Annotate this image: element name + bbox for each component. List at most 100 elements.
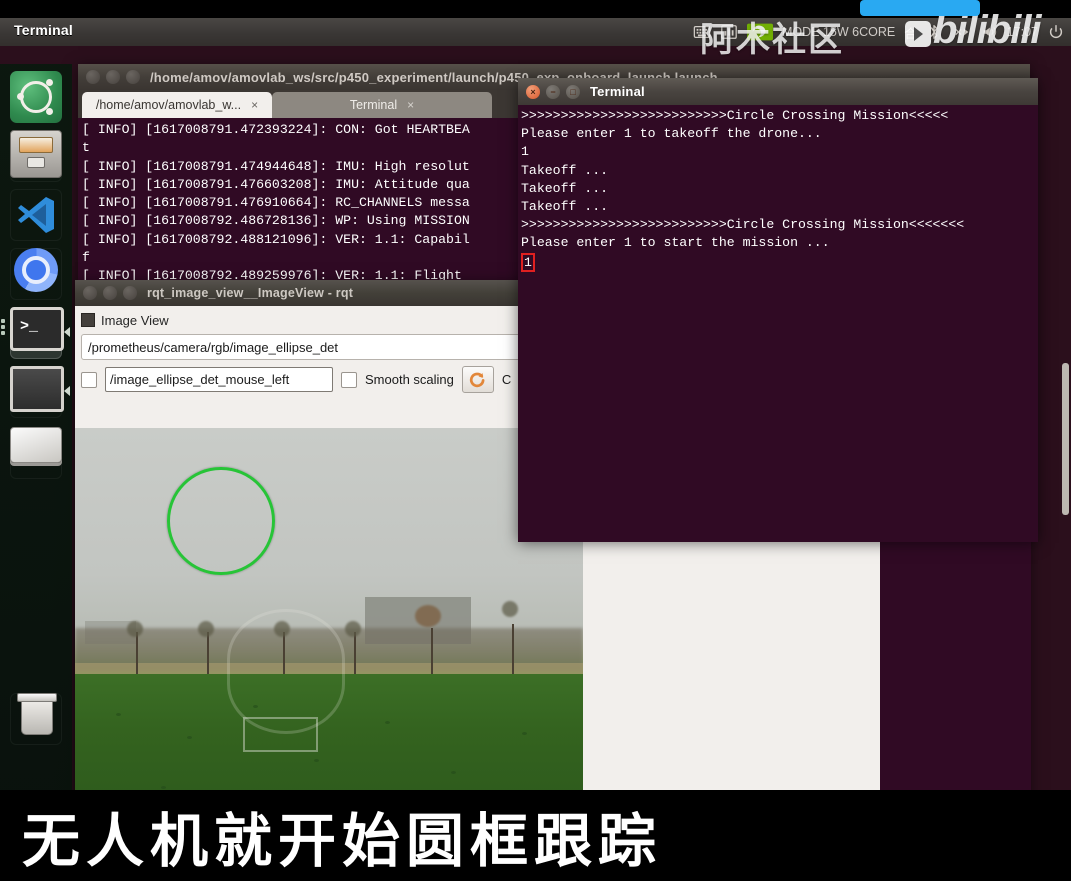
ground-speck — [115, 712, 121, 716]
ground-speck — [186, 736, 192, 739]
front-terminal-window-controls[interactable]: × − □ — [526, 84, 580, 99]
term-line: [ INFO] [1617008792.486728136]: WP: Usin… — [82, 213, 470, 229]
rqt-title: rqt_image_view__ImageView - rqt — [147, 286, 354, 300]
system-tray[interactable]: MODE 15W 6CORE 合 17:07 — [693, 18, 1065, 46]
front-terminal-window[interactable]: × − □ Terminal >>>>>>>>>>>>>>>>>>>>>>>>>… — [518, 78, 1038, 542]
maximize-icon[interactable] — [126, 70, 140, 84]
smooth-scaling-checkbox[interactable] — [341, 371, 357, 388]
rotate-icon[interactable] — [461, 366, 494, 393]
sidebar-item-vscode[interactable] — [10, 189, 62, 241]
term-line: [ INFO] [1617008791.476603208]: IMU: Att… — [82, 176, 470, 192]
tab-terminal[interactable]: Terminal × — [272, 92, 492, 118]
unity-launcher[interactable]: >_ — [0, 64, 72, 790]
gate-base — [242, 716, 318, 752]
tab-home-amovlab[interactable]: /home/amov/amovlab_w... × — [82, 92, 272, 118]
caption-text: 无人机就开始圆框跟踪 — [22, 808, 663, 874]
rqt-window-controls[interactable] — [83, 286, 137, 300]
running-indicator-icon — [64, 386, 70, 396]
maximize-icon[interactable] — [123, 286, 137, 300]
term-line: 1 — [521, 144, 529, 160]
power-icon[interactable] — [1047, 23, 1065, 41]
term-line: [ INFO] [1617008791.472393224]: CON: Got… — [82, 122, 470, 137]
tree — [207, 632, 210, 675]
minimize-icon[interactable] — [106, 70, 120, 84]
extra-button-label[interactable]: C — [502, 372, 511, 387]
terminal-cursor-input[interactable]: 1 — [521, 252, 535, 272]
close-icon[interactable] — [83, 286, 97, 300]
input-method-icon[interactable]: 合 — [904, 23, 917, 42]
system-monitor-icon[interactable] — [720, 23, 738, 41]
term-line: [ INFO] [1617008792.488121096]: VER: 1.1… — [82, 231, 470, 247]
clock[interactable]: 17:07 — [1007, 25, 1038, 39]
tree-canopy — [345, 620, 362, 637]
back-terminal-window-controls[interactable] — [86, 70, 140, 84]
caption-bar: 无人机就开始圆框跟踪 — [0, 790, 1071, 881]
front-terminal-title: Terminal — [590, 84, 645, 99]
minimize-icon[interactable]: − — [546, 84, 560, 99]
file-manager-icon — [10, 130, 62, 178]
term-line: t — [82, 140, 90, 156]
mouse-topic-value: /image_ellipse_det_mouse_left — [110, 372, 290, 387]
mouse-topic-input[interactable]: /image_ellipse_det_mouse_left — [105, 367, 333, 392]
trash-icon — [17, 693, 57, 735]
sidebar-item-trash[interactable] — [10, 693, 62, 745]
tree — [135, 632, 138, 675]
vscode-icon — [10, 189, 62, 241]
back-terminal-scrollbar[interactable] — [1062, 363, 1069, 515]
keyboard-icon[interactable] — [693, 23, 711, 41]
close-icon[interactable] — [86, 70, 100, 84]
gpu-mode-label: MODE 15W 6CORE — [781, 25, 896, 39]
bluetooth-icon[interactable] — [926, 23, 944, 41]
sidebar-item-disk[interactable] — [10, 427, 62, 479]
image-view-dock-title: Image View — [101, 312, 169, 328]
ground-speck — [313, 759, 319, 763]
term-line: [ INFO] [1617008791.474944648]: IMU: Hig… — [82, 158, 470, 174]
ellipse-detection-overlay — [167, 466, 276, 575]
network-icon[interactable] — [953, 23, 971, 41]
tree-canopy — [126, 620, 143, 637]
sidebar-item-ubuntu-dash[interactable] — [10, 71, 62, 123]
term-line: Takeoff ... — [521, 162, 609, 178]
ground-speck — [450, 770, 456, 774]
maximize-icon[interactable]: □ — [566, 84, 580, 99]
tree-canopy — [501, 601, 518, 618]
sidebar-item-chromium[interactable] — [10, 248, 62, 300]
front-terminal-titlebar[interactable]: × − □ Terminal — [518, 78, 1038, 105]
tab-label: /home/amov/amovlab_w... — [95, 98, 242, 112]
blue-badge — [860, 0, 980, 16]
running-indicator-icon — [1, 325, 5, 329]
term-line: [ INFO] [1617008791.476910664]: RC_CHANN… — [82, 195, 470, 211]
desktop: /home/amov/amovlab_ws/src/p450_experimen… — [0, 18, 1071, 790]
topic-value: /prometheus/camera/rgb/image_ellipse_det — [88, 339, 339, 355]
term-line: Please enter 1 to takeoff the drone... — [521, 126, 822, 142]
tab-close-icon[interactable]: × — [251, 98, 258, 112]
window-icon — [10, 366, 64, 412]
tree — [511, 624, 514, 675]
tab-close-icon[interactable]: × — [407, 98, 414, 112]
tab-label: Terminal — [349, 98, 398, 112]
volume-icon[interactable] — [980, 23, 998, 41]
smooth-scaling-label: Smooth scaling — [365, 372, 454, 387]
tree — [354, 632, 357, 675]
tree — [430, 628, 433, 675]
term-line: >>>>>>>>>>>>>>>>>>>>>>>>>>Circle Crossin… — [521, 217, 965, 233]
front-terminal-output[interactable]: >>>>>>>>>>>>>>>>>>>>>>>>>>Circle Crossin… — [518, 105, 1038, 542]
panel-app-name[interactable]: Terminal — [14, 22, 73, 38]
publish-click-checkbox[interactable] — [81, 371, 97, 388]
disk-icon — [10, 427, 62, 463]
sidebar-item-blank-app[interactable] — [10, 366, 70, 418]
close-icon[interactable]: × — [526, 84, 540, 99]
ubuntu-icon — [10, 71, 62, 123]
chromium-icon — [14, 248, 58, 292]
sidebar-item-terminal[interactable]: >_ — [1, 307, 70, 359]
top-panel: Terminal MODE 15W 6CORE 合 17:07 — [0, 18, 1071, 46]
sidebar-item-files[interactable] — [10, 130, 62, 182]
camera-image-canvas[interactable] — [75, 428, 583, 790]
nvidia-icon[interactable] — [746, 23, 773, 41]
term-line: f — [82, 250, 90, 266]
term-line: Takeoff ... — [521, 199, 609, 215]
minimize-icon[interactable] — [103, 286, 117, 300]
term-line: >>>>>>>>>>>>>>>>>>>>>>>>>>Circle Crossin… — [521, 108, 949, 123]
term-line: Takeoff ... — [521, 180, 609, 196]
screen-root: /home/amov/amovlab_ws/src/p450_experimen… — [0, 0, 1071, 881]
